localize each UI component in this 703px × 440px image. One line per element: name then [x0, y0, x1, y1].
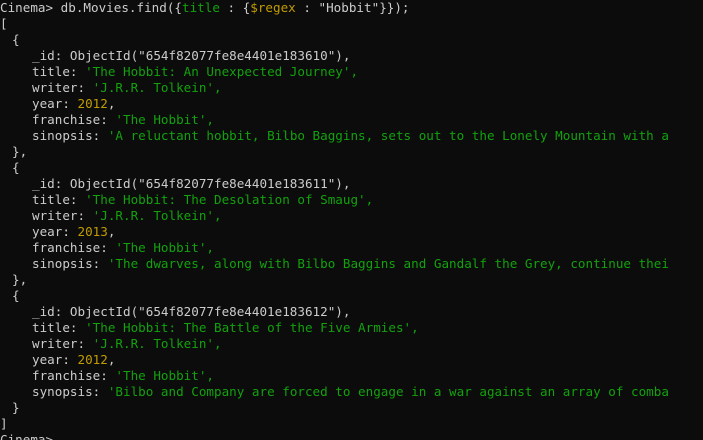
description-key: synopsis:	[32, 384, 101, 399]
doc-title-row: title: 'The Hobbit: The Battle of the Fi…	[0, 320, 419, 336]
command-line: Cinema> db.Movies.find({title : {$regex …	[0, 0, 410, 16]
doc-id-row: _id: ObjectId("654f82077fe8e4401e183610"…	[0, 48, 350, 64]
description-value: 'The dwarves, along with Bilbo Baggins a…	[107, 256, 669, 271]
writer-key: writer:	[32, 336, 86, 351]
writer-key: writer:	[32, 80, 86, 95]
year-key: year:	[32, 96, 70, 111]
doc-close-brace: }	[12, 400, 20, 415]
description-key: sinopsis:	[32, 256, 101, 271]
franchise-value: 'The Hobbit',	[115, 112, 214, 127]
doc-year-row: year: 2012,	[32, 96, 116, 111]
terminal-window[interactable]: Cinema> db.Movies.find({title : {$regex …	[0, 0, 703, 440]
command-pattern: "Hobbit"	[318, 0, 380, 15]
doc-description-row: sinopsis: 'The dwarves, along with Bilbo…	[0, 256, 669, 272]
result-open-bracket: [	[0, 16, 8, 31]
franchise-key: franchise:	[32, 368, 108, 383]
doc-writer-row: writer: 'J.R.R. Tolkein',	[0, 80, 222, 96]
year-value: 2012	[77, 96, 108, 111]
id-key: _id:	[32, 304, 70, 319]
doc-open-brace: {	[12, 32, 20, 47]
title-value: 'The Hobbit: The Battle of the Five Armi…	[85, 320, 419, 335]
description-value: 'A reluctant hobbit, Bilbo Baggins, sets…	[107, 128, 669, 143]
description-value: 'Bilbo and Company are forced to engage …	[107, 384, 669, 399]
doc-open-brace: {	[12, 288, 20, 303]
title-key: title:	[32, 192, 78, 207]
writer-value: 'J.R.R. Tolkein',	[92, 208, 222, 223]
doc-title-row: title: 'The Hobbit: An Unexpected Journe…	[0, 64, 358, 80]
id-key: _id:	[32, 48, 70, 63]
doc-description-row: synopsis: 'Bilbo and Company are forced …	[0, 384, 669, 400]
command-prefix: db.Movies.find({	[60, 0, 182, 15]
year-value: 2013	[77, 224, 108, 239]
franchise-key: franchise:	[32, 112, 108, 127]
command-field: title	[182, 0, 220, 15]
command-colon: : {	[219, 0, 251, 15]
doc-close-brace: },	[12, 144, 28, 159]
doc-franchise-row: franchise: 'The Hobbit',	[0, 112, 214, 128]
doc-description-row: sinopsis: 'A reluctant hobbit, Bilbo Bag…	[0, 128, 669, 144]
command-operator: $regex	[250, 0, 296, 15]
doc-id-row: _id: ObjectId("654f82077fe8e4401e183612"…	[0, 304, 350, 320]
year-key: year:	[32, 224, 70, 239]
writer-value: 'J.R.R. Tolkein',	[92, 336, 222, 351]
title-value: 'The Hobbit: An Unexpected Journey',	[85, 64, 359, 79]
doc-franchise-row: franchise: 'The Hobbit',	[0, 368, 214, 384]
franchise-value: 'The Hobbit',	[115, 368, 214, 383]
franchise-key: franchise:	[32, 240, 108, 255]
year-key: year:	[32, 352, 70, 367]
doc-close-brace: },	[12, 272, 28, 287]
command-op-colon: :	[295, 0, 319, 15]
command-suffix: }});	[379, 0, 410, 15]
id-value: ObjectId("654f82077fe8e4401e183611"),	[69, 176, 351, 191]
doc-franchise-row: franchise: 'The Hobbit',	[0, 240, 214, 256]
doc-title-row: title: 'The Hobbit: The Desolation of Sm…	[0, 192, 373, 208]
result-close-bracket: ]	[0, 416, 8, 431]
id-value: ObjectId("654f82077fe8e4401e183610"),	[69, 48, 351, 63]
doc-year-row: year: 2012,	[32, 352, 116, 367]
year-value: 2012	[77, 352, 108, 367]
doc-writer-row: writer: 'J.R.R. Tolkein',	[0, 336, 222, 352]
title-key: title:	[32, 64, 78, 79]
id-value: ObjectId("654f82077fe8e4401e183612"),	[69, 304, 351, 319]
doc-year-row: year: 2013,	[32, 224, 116, 239]
title-value: 'The Hobbit: The Desolation of Smaug',	[85, 192, 374, 207]
writer-key: writer:	[32, 208, 86, 223]
doc-writer-row: writer: 'J.R.R. Tolkein',	[0, 208, 222, 224]
title-key: title:	[32, 320, 78, 335]
franchise-value: 'The Hobbit',	[115, 240, 214, 255]
description-key: sinopsis:	[32, 128, 101, 143]
next-prompt[interactable]: Cinema>	[0, 432, 53, 440]
writer-value: 'J.R.R. Tolkein',	[92, 80, 222, 95]
id-key: _id:	[32, 176, 70, 191]
prompt: Cinema>	[0, 0, 54, 15]
doc-open-brace: {	[12, 160, 20, 175]
doc-id-row: _id: ObjectId("654f82077fe8e4401e183611"…	[0, 176, 350, 192]
